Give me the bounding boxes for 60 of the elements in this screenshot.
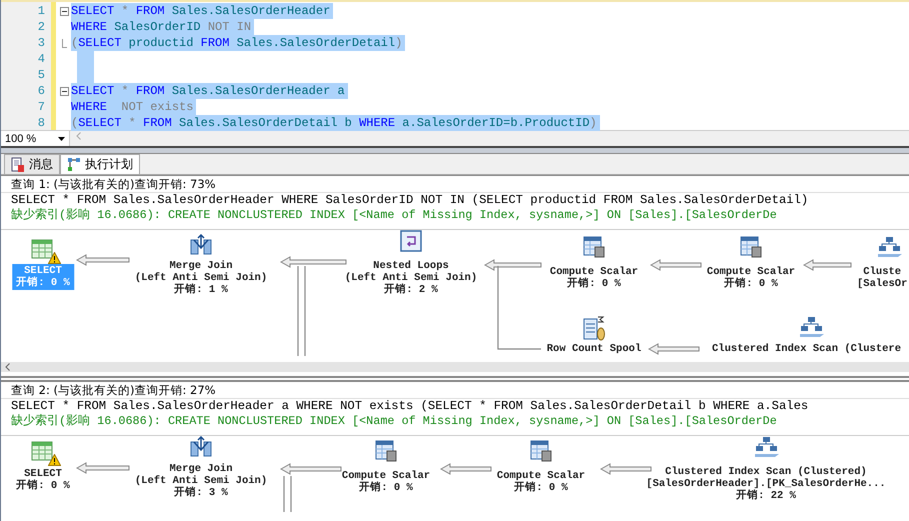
flow-arrow [802, 259, 852, 271]
operator-label[interactable]: Row Count Spool [546, 343, 642, 355]
query-text: SELECT * FROM Sales.SalesOrderHeader a WHERE NOT exists (SELECT * FROM Sales.SalesOrderDetail b WHERE a.Sales [10, 399, 810, 414]
missing-index-hint[interactable]: 缺少索引(影响 16.0686): CREATE NONCLUSTERED INDEX [<Name of Missing Index, sysname,>] ON [Sales].[SalesOrderDe [1, 414, 909, 429]
calculator-table-icon[interactable] [374, 440, 398, 462]
scroll-left-icon[interactable] [5, 363, 10, 371]
flow-arrow [650, 259, 702, 271]
line-number: 3 [36, 35, 46, 51]
calculator-table-icon[interactable] [739, 236, 763, 258]
operator-label[interactable]: Nested Loops (Left Anti Semi Join) 开销: 2 % [344, 260, 478, 296]
collapse-icon[interactable] [60, 86, 69, 96]
horizontal-scrollbar[interactable] [1, 362, 909, 372]
index-tree-icon[interactable] [799, 316, 825, 338]
line-number: 1 [36, 3, 46, 19]
query-cost-header: 查询 1: (与该批有关的)查询开销: 73% [1, 176, 909, 193]
tab[interactable]: 执行计划 [60, 154, 140, 174]
flow-arrow [76, 254, 130, 266]
line-number: 4 [36, 51, 46, 67]
operator-label[interactable]: Compute Scalar 开销: 0 % [342, 470, 430, 494]
calculator-table-icon[interactable] [582, 236, 606, 258]
line-number: 8 [36, 115, 46, 131]
flow-arrow [280, 256, 346, 268]
caret-icon [58, 136, 65, 140]
index-tree-icon[interactable] [754, 436, 780, 458]
operator-label[interactable]: Clustered Index Scan (Clustere [712, 343, 902, 355]
flow-arrow [440, 463, 492, 475]
operator-label[interactable]: Compute Scalar 开销: 0 % [706, 266, 796, 290]
pane-splitter[interactable] [1, 146, 909, 154]
operator-label[interactable]: Merge Join (Left Anti Semi Join) 开销: 1 % [134, 260, 268, 296]
flow-arrow [280, 463, 342, 475]
operator-label[interactable]: SELECT 开销: 0 % [16, 468, 70, 492]
connector-line [283, 476, 285, 512]
document-icon [11, 156, 25, 172]
operator-label[interactable]: Merge Join (Left Anti Semi Join) 开销: 3 % [134, 463, 268, 499]
operator-label[interactable]: Clustered Index Scan (Clustered) [SalesOrderHeader].[PK_SalesOrderHe... 开销: 22 % [646, 466, 886, 502]
line-number: 5 [36, 67, 46, 83]
operator-label[interactable]: Compute Scalar 开销: 0 % [496, 470, 586, 494]
merge-join-icon[interactable] [189, 234, 213, 256]
flow-arrow [600, 463, 652, 475]
flow-arrow [648, 343, 700, 355]
line-number: 7 [36, 99, 46, 115]
zoom-dropdown[interactable]: 100 % [1, 131, 70, 146]
query-text: SELECT * FROM Sales.SalesOrderHeader WHERE SalesOrderID NOT IN (SELECT productid FROM Sales.SalesOrderDetail) [10, 193, 810, 208]
operator-label[interactable]: Cluste [SalesOr [857, 266, 908, 290]
line-number: 6 [36, 83, 46, 99]
missing-index-hint[interactable]: 缺少索引(影响 16.0686): CREATE NONCLUSTERED INDEX [<Name of Missing Index, sysname,>] ON [Sales].[SalesOrderDe [1, 208, 909, 223]
connector-line [290, 476, 292, 512]
plan-diagram-icon [67, 156, 81, 172]
spool-icon[interactable] [582, 316, 606, 342]
tab[interactable]: 消息 [4, 154, 60, 174]
query-cost-header: 查询 2: (与该批有关的)查询开销: 27% [1, 382, 909, 399]
loop-icon[interactable] [399, 230, 423, 252]
calculator-table-icon[interactable] [529, 440, 553, 462]
collapse-icon[interactable] [60, 6, 69, 16]
merge-join-icon[interactable] [189, 436, 213, 458]
line-number: 2 [36, 19, 46, 35]
flow-arrow [484, 259, 542, 271]
operator-label[interactable]: Compute Scalar 开销: 0 % [550, 266, 638, 290]
index-tree-icon[interactable] [877, 236, 903, 258]
flow-arrow [76, 462, 130, 474]
